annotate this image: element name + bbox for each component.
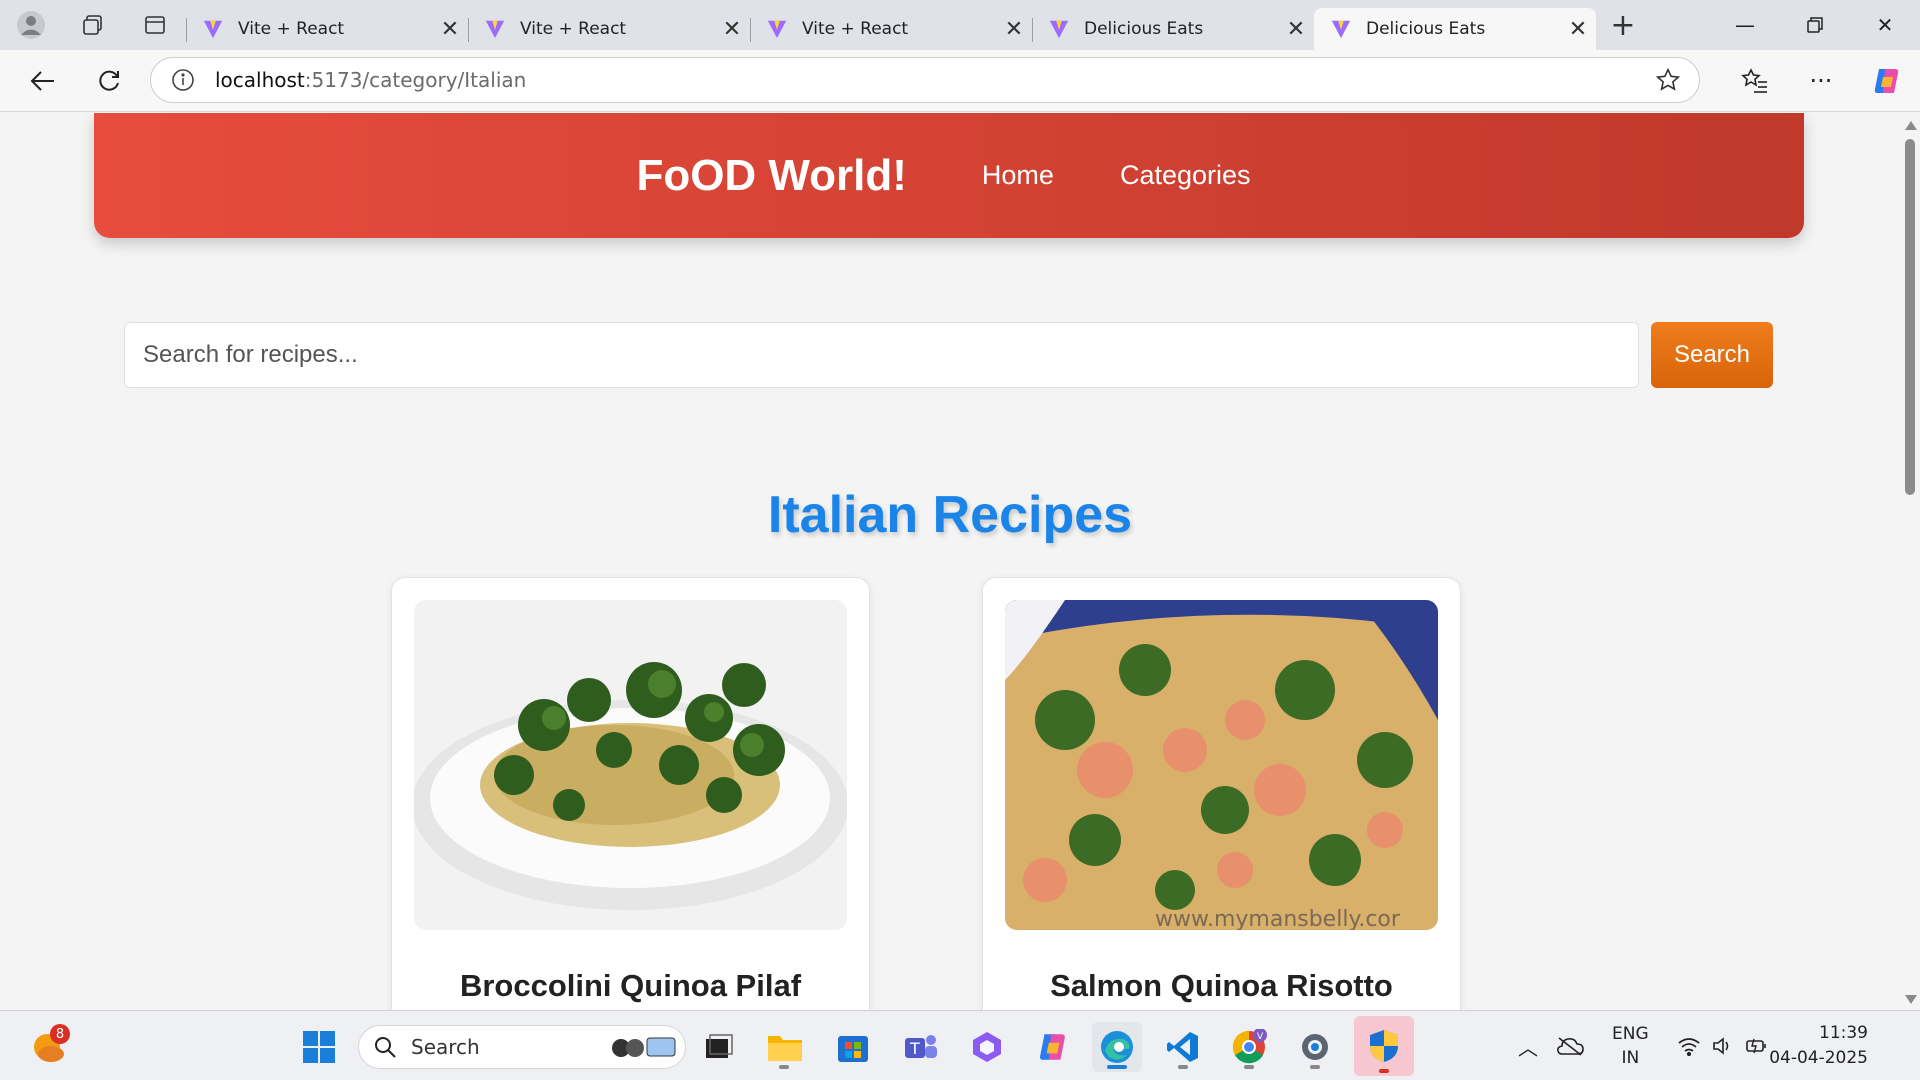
svg-text:T: T [909, 1039, 920, 1058]
vertical-tabs-icon[interactable] [124, 0, 186, 50]
url-host: localhost [215, 68, 305, 92]
tab-title: Vite + React [802, 19, 909, 39]
minimize-icon[interactable]: — [1710, 0, 1780, 50]
page-title: Italian Recipes [767, 486, 1133, 544]
vite-logo-icon [203, 20, 223, 39]
tab-title: Delicious Eats [1084, 19, 1204, 39]
image-watermark: www.mymansbelly.cor [1155, 907, 1401, 930]
tab-title: Vite + React [520, 19, 627, 39]
recipe-image[interactable]: www.mymansbelly.cor [1005, 600, 1438, 930]
browser-tab[interactable]: Delicious Eats ✕ [1032, 8, 1314, 50]
tab-title: Vite + React [238, 19, 345, 39]
svg-text:V: V [1257, 1032, 1264, 1042]
show-hidden-icons[interactable]: ︿ [1508, 1032, 1548, 1061]
wifi-icon [1672, 1036, 1706, 1056]
recipe-name[interactable]: Salmon Quinoa Risotto [983, 968, 1460, 1004]
url-path: :5173/category/Italian [304, 68, 527, 92]
recipe-card[interactable]: www.mymansbelly.cor Salmon Quinoa Risott… [982, 577, 1461, 1010]
window-controls: — ✕ [1710, 0, 1920, 50]
copilot-icon[interactable] [1854, 50, 1920, 112]
url-text: localhost:5173/category/Italian [215, 68, 1637, 92]
language-code: ENG [1612, 1024, 1649, 1044]
browser-tab-strip: Vite + React ✕ Vite + React ✕ Vite + Rea… [0, 0, 1920, 50]
clock-date: 04-04-2025 [1769, 1048, 1868, 1068]
nav-link-categories[interactable]: Categories [1120, 160, 1251, 191]
edge-icon[interactable] [1092, 1022, 1142, 1072]
taskbar-search[interactable]: Search [358, 1025, 686, 1069]
search-icon [375, 1037, 396, 1058]
scroll-up-icon[interactable] [1905, 121, 1917, 130]
refresh-icon[interactable] [76, 50, 142, 112]
more-menu-icon[interactable]: ··· [1788, 50, 1854, 112]
workspaces-icon[interactable] [62, 0, 124, 50]
onedrive-icon[interactable] [1548, 1036, 1592, 1056]
start-icon[interactable] [294, 1022, 344, 1072]
new-tab-button[interactable]: + [1596, 0, 1650, 50]
browser-tab-active[interactable]: Delicious Eats ✕ [1314, 8, 1596, 50]
address-bar[interactable]: localhost:5173/category/Italian [150, 57, 1700, 103]
favorite-star-icon[interactable] [1637, 67, 1699, 93]
back-icon[interactable] [10, 50, 76, 112]
clock[interactable]: 11:39 04-04-2025 [1769, 1021, 1868, 1071]
scroll-down-icon[interactable] [1905, 995, 1917, 1004]
language-indicator[interactable]: ENG IN [1612, 1022, 1649, 1070]
close-tab-icon[interactable]: ✕ [996, 17, 1032, 42]
browser-tab[interactable]: Vite + React ✕ [468, 8, 750, 50]
weather-icon[interactable]: 8 [24, 1022, 74, 1072]
browser-toolbar: localhost:5173/category/Italian ··· [0, 50, 1920, 112]
chrome-icon[interactable]: V [1224, 1022, 1274, 1072]
volume-icon [1706, 1036, 1740, 1056]
close-tab-icon[interactable]: ✕ [432, 17, 468, 42]
settings-icon[interactable] [1290, 1022, 1340, 1072]
site-brand[interactable]: FoOD World! [636, 151, 906, 201]
close-tab-icon[interactable]: ✕ [1560, 17, 1596, 42]
windows-taskbar: 8 Search T V ︿ ENG IN 11:39 04-04-2025 [0, 1010, 1920, 1080]
tab-title: Delicious Eats [1366, 19, 1486, 39]
favorites-icon[interactable] [1722, 50, 1788, 112]
copilot-app-icon[interactable] [962, 1022, 1012, 1072]
copilot-taskbar-icon[interactable] [1028, 1022, 1078, 1072]
system-tray: ︿ [1508, 1011, 1592, 1080]
clock-time: 11:39 [1819, 1023, 1868, 1043]
vite-logo-icon [485, 20, 505, 39]
nav-link-home[interactable]: Home [982, 160, 1054, 191]
store-icon[interactable] [828, 1022, 878, 1072]
language-region: IN [1621, 1048, 1640, 1068]
recipe-image[interactable] [414, 600, 847, 930]
file-explorer-icon[interactable] [760, 1022, 810, 1072]
quick-settings[interactable] [1672, 1011, 1774, 1080]
search-button[interactable]: Search [1651, 322, 1773, 388]
page-viewport: FoOD World! Home Categories Search Itali… [0, 113, 1900, 1010]
toolbar-right: ··· [1722, 50, 1920, 112]
taskbar-search-label: Search [411, 1035, 480, 1059]
close-tab-icon[interactable]: ✕ [714, 17, 750, 42]
teams-icon[interactable]: T [896, 1022, 946, 1072]
search-bar: Search [124, 322, 1774, 388]
browser-tab[interactable]: Vite + React ✕ [750, 8, 1032, 50]
recipe-name[interactable]: Broccolini Quinoa Pilaf [392, 968, 869, 1004]
close-window-icon[interactable]: ✕ [1850, 0, 1920, 50]
weather-badge: 8 [50, 1024, 70, 1044]
restore-icon[interactable] [1780, 0, 1850, 50]
vscode-icon[interactable] [1158, 1022, 1208, 1072]
search-highlight-icon [612, 1037, 676, 1057]
site-info-icon[interactable] [151, 68, 215, 92]
task-view-icon[interactable] [694, 1022, 744, 1072]
vite-logo-icon [767, 20, 787, 39]
browser-tab[interactable]: Vite + React ✕ [186, 8, 468, 50]
security-shield-icon[interactable] [1354, 1016, 1414, 1076]
vite-logo-icon [1331, 20, 1351, 39]
vite-logo-icon [1049, 20, 1069, 39]
scroll-thumb[interactable] [1905, 139, 1915, 495]
profile-icon[interactable] [0, 0, 62, 50]
page-scrollbar[interactable] [1900, 113, 1920, 1010]
search-input[interactable] [124, 322, 1639, 388]
close-tab-icon[interactable]: ✕ [1278, 17, 1314, 42]
recipe-card[interactable]: Broccolini Quinoa Pilaf [391, 577, 870, 1010]
site-header: FoOD World! Home Categories [94, 113, 1804, 238]
